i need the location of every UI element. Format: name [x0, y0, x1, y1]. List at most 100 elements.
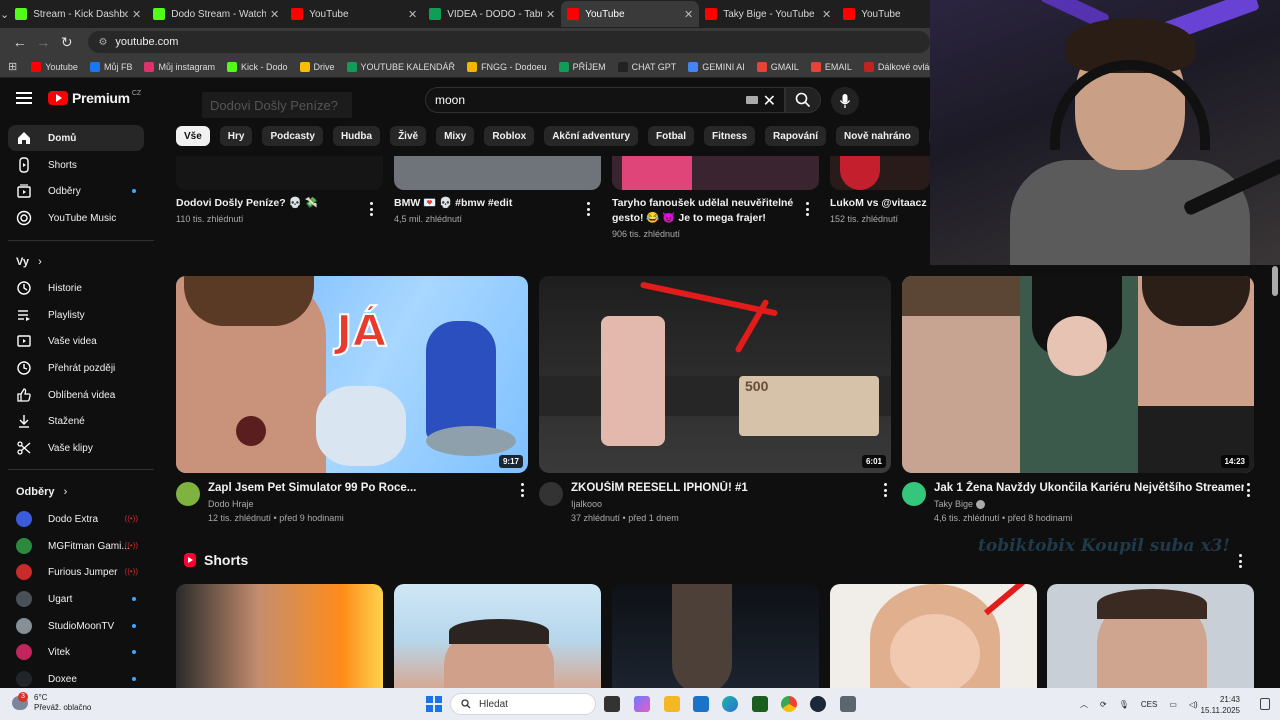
short-thumbnail[interactable]: [1047, 584, 1254, 694]
keyboard-icon[interactable]: [746, 96, 758, 104]
video-title[interactable]: Dodovi Došly Peníze? 💀 💸: [176, 196, 361, 211]
sync-icon[interactable]: ⟳: [1100, 700, 1107, 709]
weather-widget[interactable]: 3 6°C Převáž. oblačno: [12, 692, 91, 713]
bookmark-item[interactable]: YOUTUBE KALENDÁŘ: [346, 61, 455, 72]
file-explorer-icon[interactable]: [664, 696, 680, 712]
outlook-icon[interactable]: [693, 696, 709, 712]
reload-icon[interactable]: ↻: [55, 34, 78, 51]
sidebar-item[interactable]: Oblíbená videa: [8, 382, 144, 408]
search-button[interactable]: [785, 87, 821, 113]
close-tab-icon[interactable]: ✕: [270, 8, 279, 21]
calculator-icon[interactable]: [840, 696, 856, 712]
page-scrollbar[interactable]: [1272, 266, 1278, 296]
channel-name[interactable]: Taky Bige: [934, 497, 985, 511]
short-thumbnail[interactable]: [176, 584, 383, 694]
steam-icon[interactable]: [810, 696, 826, 712]
sidebar-item[interactable]: Vaše videa: [8, 328, 144, 354]
back-icon[interactable]: ←: [8, 34, 31, 50]
video-thumbnail[interactable]: [830, 156, 930, 190]
chevron-up-icon[interactable]: ︿: [1080, 699, 1088, 710]
sidebar-heading-subscriptions[interactable]: Odběry ›: [16, 486, 67, 498]
sidebar-item[interactable]: Shorts: [8, 152, 144, 178]
copilot-icon[interactable]: [634, 696, 650, 712]
filter-chip[interactable]: Živě: [390, 126, 427, 146]
url-field[interactable]: ⚙ youtube.com: [88, 31, 931, 53]
search-input[interactable]: moon ✕: [425, 87, 785, 113]
video-thumbnail[interactable]: [394, 156, 601, 190]
video-thumbnail[interactable]: [176, 156, 383, 190]
sidebar-item[interactable]: Domů: [8, 125, 144, 151]
site-info-icon[interactable]: ⚙: [98, 37, 107, 48]
bookmark-item[interactable]: EMAIL: [810, 61, 852, 72]
sidebar-heading-you[interactable]: Vy ›: [16, 256, 42, 268]
network-icon[interactable]: ▭: [1169, 700, 1177, 709]
filter-chip[interactable]: Fotbal: [648, 126, 695, 146]
close-tab-icon[interactable]: ✕: [546, 8, 555, 21]
video-title[interactable]: BMW 💌 💀 #bmw #edit: [394, 196, 579, 211]
filter-chip[interactable]: Mixy: [436, 126, 475, 146]
channel-avatar[interactable]: [902, 482, 926, 506]
bookmark-item[interactable]: Můj FB: [89, 61, 132, 72]
bookmark-item[interactable]: Kick - Dodo: [226, 61, 288, 72]
clear-search-icon[interactable]: ✕: [763, 91, 776, 111]
clock[interactable]: 21:43 15.11.2025: [1201, 694, 1240, 716]
browser-tab[interactable]: YouTube ✕: [285, 1, 423, 27]
video-thumbnail[interactable]: 500 6:01: [539, 276, 891, 473]
subscription-item[interactable]: Vitek: [8, 639, 144, 665]
video-thumbnail[interactable]: [612, 156, 819, 190]
filter-chip[interactable]: Roblox: [484, 126, 535, 146]
video-menu-icon[interactable]: [367, 202, 375, 216]
shorts-menu-icon[interactable]: [1236, 554, 1244, 568]
sidebar-item[interactable]: Přehrát později: [8, 355, 144, 381]
task-view-icon[interactable]: [604, 696, 620, 712]
sidebar-item[interactable]: Vaše klipy: [8, 435, 144, 461]
filter-chip[interactable]: Fitness: [704, 126, 756, 146]
short-thumbnail[interactable]: [612, 584, 819, 694]
channel-avatar[interactable]: [176, 482, 200, 506]
bookmark-item[interactable]: CHAT GPT: [617, 61, 676, 72]
language-indicator[interactable]: CES: [1141, 700, 1157, 709]
filter-chip[interactable]: Vše: [176, 126, 210, 146]
bookmark-item[interactable]: Dálkové ovládání M...: [863, 61, 930, 72]
sidebar-item[interactable]: YouTube Music: [8, 205, 144, 231]
bookmark-item[interactable]: GEMINI AI: [688, 61, 745, 72]
subscription-item[interactable]: Furious Jumper ((•)): [8, 559, 144, 585]
close-tab-icon[interactable]: ✕: [408, 8, 417, 21]
forward-icon[interactable]: →: [31, 34, 54, 50]
bookmark-item[interactable]: Drive: [299, 61, 335, 72]
bookmark-item[interactable]: GMAIL: [756, 61, 799, 72]
filter-chip[interactable]: Podcasty: [262, 126, 323, 146]
terminal-icon[interactable]: [752, 696, 768, 712]
filter-chip[interactable]: Akční adventury: [544, 126, 639, 146]
start-button[interactable]: [426, 696, 442, 712]
close-tab-icon[interactable]: ✕: [684, 8, 693, 21]
browser-tab[interactable]: Stream - Kick Dashboard ✕: [9, 1, 147, 27]
browser-tab[interactable]: Taky Bige - YouTube ✕: [699, 1, 837, 27]
subscription-item[interactable]: Dodo Extra ((•)): [8, 506, 144, 532]
menu-icon[interactable]: [16, 92, 32, 104]
filter-chip[interactable]: Hudba: [332, 126, 381, 146]
subscription-item[interactable]: MGFitman Gami... ((•)): [8, 533, 144, 559]
video-menu-icon[interactable]: [881, 483, 889, 497]
microphone-icon[interactable]: 🎙: [1119, 700, 1129, 709]
filter-chip[interactable]: Nově nahráno: [836, 126, 919, 146]
video-title[interactable]: Jak 1 Žena Navždy Ukončila Kariéru Nejvě…: [934, 481, 1244, 496]
channel-avatar[interactable]: [539, 482, 563, 506]
sidebar-item[interactable]: Historie: [8, 275, 144, 301]
short-thumbnail[interactable]: [394, 584, 601, 694]
browser-tab[interactable]: Dodo Stream - Watch Live ✕: [147, 1, 285, 27]
voice-search-button[interactable]: [831, 87, 859, 115]
video-title[interactable]: ZKOUŠÍM REESELL IPHONŮ! #1: [571, 481, 871, 496]
notifications-icon[interactable]: [1260, 698, 1270, 710]
channel-name[interactable]: Ijalkooo: [571, 497, 602, 511]
taskbar-search[interactable]: Hledat: [450, 693, 596, 715]
video-title[interactable]: Zapl Jsem Pet Simulator 99 Po Roce...: [208, 481, 508, 496]
volume-icon[interactable]: ◁): [1189, 700, 1198, 709]
video-title[interactable]: Taryho fanoušek udělal neuvěřitelné gest…: [612, 196, 797, 226]
chrome-icon[interactable]: [781, 696, 797, 712]
edge-icon[interactable]: [722, 696, 738, 712]
bookmark-item[interactable]: PŘÍJEM: [558, 61, 606, 72]
video-menu-icon[interactable]: [1244, 483, 1252, 497]
video-thumbnail[interactable]: JÁ 9:17: [176, 276, 528, 473]
filter-chip[interactable]: Hry: [219, 126, 253, 146]
